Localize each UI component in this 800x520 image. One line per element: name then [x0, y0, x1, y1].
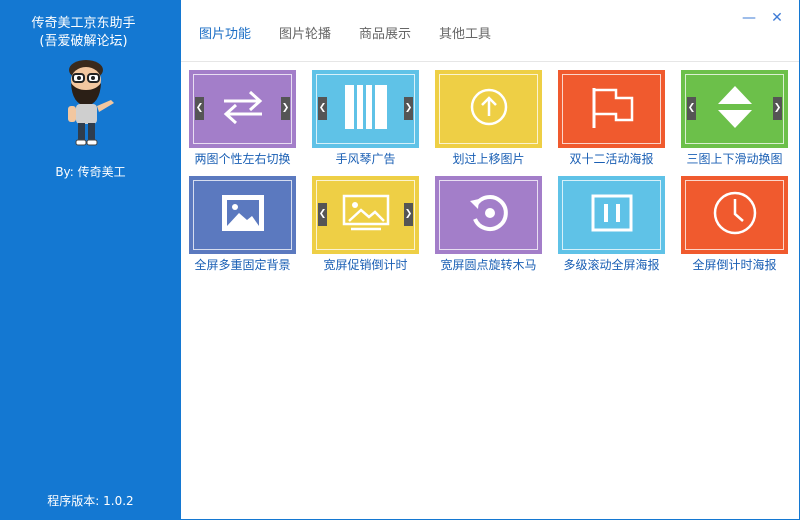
swap-arrows-icon — [220, 87, 266, 131]
landscape-icon — [341, 193, 391, 237]
chevron-left-icon: ❮ — [687, 97, 696, 120]
avatar — [68, 60, 114, 146]
feature-tile[interactable]: 全屏倒计时海报 — [681, 176, 788, 280]
feature-tile-label[interactable]: 宽屏促销倒计时 — [304, 256, 427, 273]
tab-other-tools[interactable]: 其他工具 — [439, 23, 491, 43]
accordion-bars-icon — [343, 83, 389, 135]
feature-tile-thumbnail[interactable] — [435, 70, 542, 148]
feature-tile-label[interactable]: 两图个性左右切换 — [181, 150, 304, 167]
tab-product-display[interactable]: 商品展示 — [359, 23, 411, 43]
feature-tile-thumbnail[interactable] — [558, 70, 665, 148]
sidebar: 传奇美工京东助手 (吾爱破解论坛) By: 传奇美工 程序版本: 1.0.2 — [0, 0, 181, 520]
chevron-right-icon: ❯ — [773, 97, 782, 120]
feature-tile-label[interactable]: 三图上下滑动换图 — [673, 150, 796, 167]
feature-tile[interactable]: ❮ ❯ 宽屏促销倒计时 — [312, 176, 419, 280]
tab-image-carousel[interactable]: 图片轮播 — [279, 23, 331, 43]
chevron-right-icon: ❯ — [404, 97, 413, 120]
feature-tile-thumbnail[interactable]: ❮ ❯ — [312, 176, 419, 254]
feature-tile-thumbnail[interactable] — [558, 176, 665, 254]
minimize-button[interactable]: — — [741, 10, 757, 26]
chevron-left-icon: ❮ — [195, 97, 204, 120]
feature-tile-label[interactable]: 划过上移图片 — [427, 150, 550, 167]
feature-tile[interactable]: ❮ ❯ 两图个性左右切换 — [189, 70, 296, 174]
chevron-right-icon: ❯ — [281, 97, 290, 120]
feature-tile[interactable]: 宽屏圆点旋转木马 — [435, 176, 542, 280]
feature-tile-label[interactable]: 双十二活动海报 — [550, 150, 673, 167]
pause-icon — [590, 193, 634, 237]
feature-tile-label[interactable]: 手风琴广告 — [304, 150, 427, 167]
feature-tile-label[interactable]: 宽屏圆点旋转木马 — [427, 256, 550, 273]
rotate-icon — [467, 191, 511, 239]
image-icon — [220, 193, 266, 237]
feature-tile-label[interactable]: 全屏倒计时海报 — [673, 256, 796, 273]
app-title-line2: (吾爱破解论坛) — [39, 34, 128, 49]
feature-tile-thumbnail[interactable]: ❮ ❯ — [681, 70, 788, 148]
feature-tile-thumbnail[interactable]: ❮ ❯ — [312, 70, 419, 148]
feature-tile[interactable]: 划过上移图片 — [435, 70, 542, 174]
chevron-right-icon: ❯ — [404, 203, 413, 226]
app-title-line1: 传奇美工京东助手 — [31, 16, 136, 31]
up-down-triangles-icon — [715, 84, 755, 134]
feature-tile-thumbnail[interactable]: ❮ ❯ — [189, 70, 296, 148]
app-title: 传奇美工京东助手 (吾爱破解论坛) — [0, 15, 167, 51]
feature-tile[interactable]: 全屏多重固定背景 — [189, 176, 296, 280]
feature-tile-thumbnail[interactable] — [189, 176, 296, 254]
main-panel: 图片功能 图片轮播 商品展示 其他工具 — ✕ ❮ ❯ 两图个性左右切换 ❮ ❯ 手风琴广… — [181, 0, 800, 520]
up-circle-icon — [469, 87, 509, 131]
feature-tile-thumbnail[interactable] — [435, 176, 542, 254]
tab-divider — [181, 61, 799, 62]
tab-bar: 图片功能 图片轮播 商品展示 其他工具 — [199, 23, 519, 43]
feature-tile[interactable]: ❮ ❯ 手风琴广告 — [312, 70, 419, 174]
chevron-left-icon: ❮ — [318, 97, 327, 120]
feature-tile-label[interactable]: 全屏多重固定背景 — [181, 256, 304, 273]
flag-icon — [588, 84, 636, 134]
version-label: 程序版本: 1.0.2 — [47, 494, 134, 508]
feature-tile-label[interactable]: 多级滚动全屏海报 — [550, 256, 673, 273]
feature-tile[interactable]: ❮ ❯ 三图上下滑动换图 — [681, 70, 788, 174]
chevron-left-icon: ❮ — [318, 203, 327, 226]
feature-tile-thumbnail[interactable] — [681, 176, 788, 254]
tab-image-functions[interactable]: 图片功能 — [199, 23, 251, 43]
feature-tile[interactable]: 双十二活动海报 — [558, 70, 665, 174]
close-button[interactable]: ✕ — [769, 10, 785, 26]
feature-tile[interactable]: 多级滚动全屏海报 — [558, 176, 665, 280]
author-label: By: 传奇美工 — [55, 165, 126, 179]
clock-icon — [712, 190, 758, 240]
